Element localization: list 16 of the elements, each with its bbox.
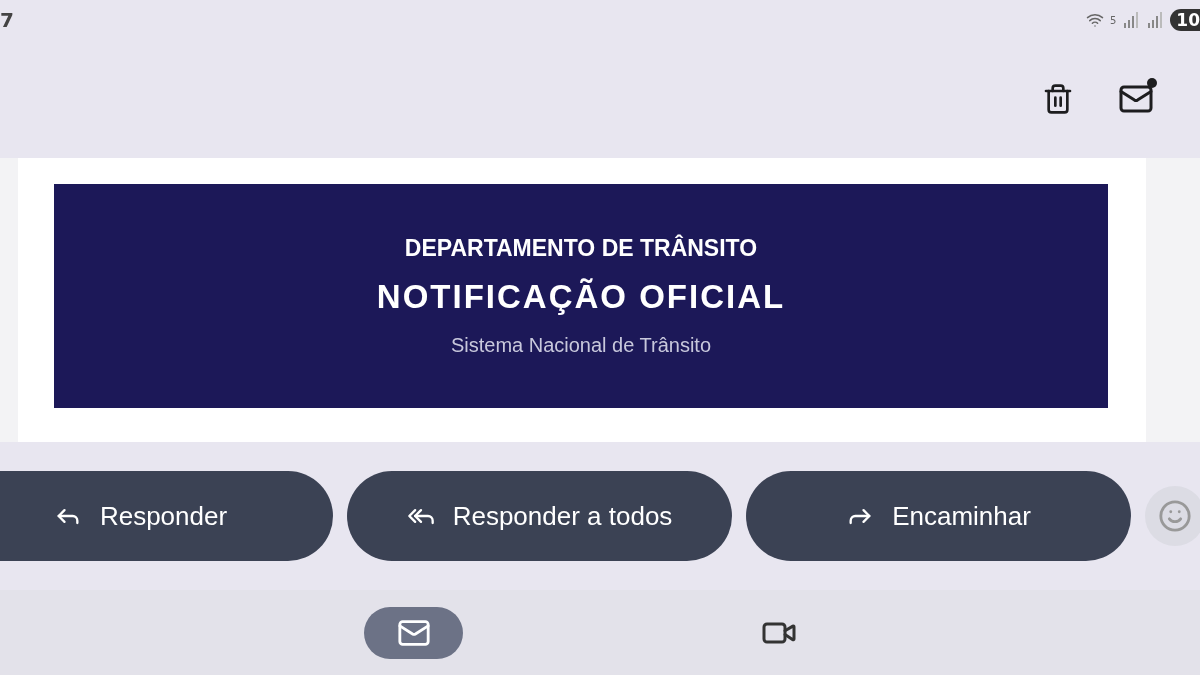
mail-tab[interactable] (364, 606, 463, 659)
organization-name: DEPARTAMENTO DE TRÂNSITO (404, 235, 758, 262)
smiley-icon (1158, 499, 1192, 533)
signal-icon (1122, 11, 1141, 29)
wifi-label: 5 (1109, 14, 1117, 26)
signal-icon (1146, 11, 1165, 29)
forward-button[interactable]: Encaminhar (746, 471, 1131, 561)
wifi-icon (1085, 11, 1104, 29)
banner-subtitle: Sistema Nacional de Trânsito (450, 334, 712, 357)
banner-title: NOTIFICAÇÃO OFICIAL (376, 278, 786, 316)
battery-level: 10 (1170, 9, 1200, 31)
reply-all-button[interactable]: Responder a todos (347, 471, 732, 561)
delete-icon (1042, 83, 1074, 115)
reply-button[interactable]: Responder (0, 471, 333, 561)
status-time: 7 (0, 8, 14, 32)
delete-button[interactable] (1042, 83, 1074, 115)
